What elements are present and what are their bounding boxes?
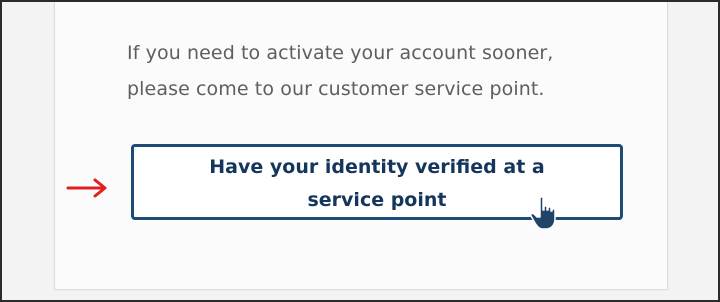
hand-pointer-icon	[530, 196, 556, 230]
screenshot-frame: If you need to activate your account soo…	[0, 0, 720, 302]
verify-identity-button-label-line-1: Have your identity verified at a	[209, 156, 545, 178]
info-card: If you need to activate your account soo…	[54, 2, 668, 290]
activation-message-line-2: please come to our customer service poin…	[127, 78, 545, 100]
activation-message-line-1: If you need to activate your account soo…	[127, 42, 554, 64]
red-arrow-icon	[66, 178, 107, 198]
activation-message: If you need to activate your account soo…	[127, 35, 647, 107]
